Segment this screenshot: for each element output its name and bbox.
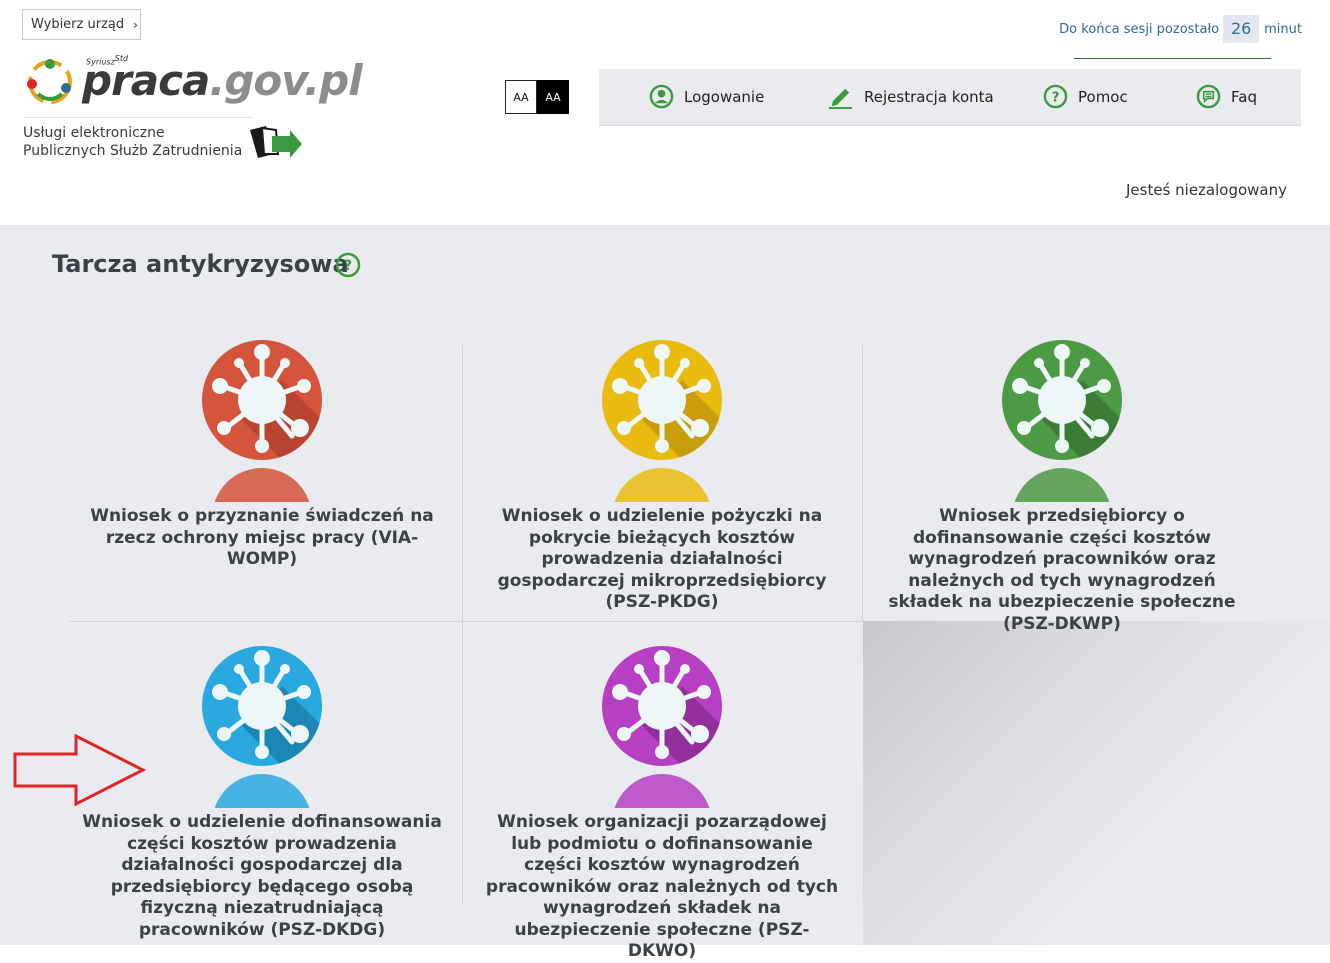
praca-gov-logo[interactable]: SyriuszStd praca.gov.pl [22,52,363,116]
psz-logo-icon [250,126,302,158]
session-suffix: minut [1264,21,1302,37]
session-timer: Do końca sesji pozostało 26 minut [1059,15,1302,43]
logo-mark-icon [27,59,72,104]
question-circle-icon: ? [1043,84,1068,109]
tile-label: Wniosek organizacji pozarządowej lub pod… [485,812,839,961]
nav-login[interactable]: Logowanie [649,84,764,109]
contrast-high-button[interactable]: AA [537,80,569,114]
virus-icon [202,340,322,460]
tile-label: Wniosek o udzielenie pożyczki na pokryci… [497,506,827,612]
red-arrow-annotation [13,734,147,806]
nav-help-label: Pomoc [1078,87,1128,106]
services-caption: Usługi elektroniczne Publicznych Służb Z… [23,125,243,159]
application-tile[interactable]: Wniosek o udzielenie pożyczki na pokryci… [462,340,862,646]
nav-register-label: Rejestracja konta [864,87,994,106]
tile-halo [212,774,312,808]
nav-help[interactable]: ? Pomoc [1043,84,1128,109]
logo-divider [23,117,253,118]
empty-cell-shadow [863,621,1330,945]
chevron-right-icon: › [133,17,138,32]
nav-faq-label: Faq [1231,87,1257,106]
application-tile[interactable]: Wniosek przedsiębiorcy o dofinansowanie … [862,340,1262,646]
tile-halo [612,774,712,808]
top-navigation: Logowanie Rejestracja konta ? Pomoc Faq [599,69,1301,125]
pencil-icon [828,88,853,109]
session-underline [1074,58,1271,59]
nav-faq[interactable]: Faq [1196,84,1257,109]
tile-halo [212,468,312,502]
tile-label: Wniosek o przyznanie świadczeń na rzecz … [90,506,434,569]
virus-icon [602,340,722,460]
chat-bubble-icon [1196,84,1221,109]
tile-label: Wniosek przedsiębiorcy o dofinansowanie … [888,506,1236,634]
virus-icon [202,646,322,766]
application-tile[interactable]: Wniosek o przyznanie świadczeń na rzecz … [62,340,462,646]
virus-icon [1002,340,1122,460]
virus-icon [602,646,722,766]
tile-halo [612,468,712,502]
office-select-button[interactable]: Wybierz urząd › [22,9,141,40]
help-icon[interactable]: ? [335,252,361,278]
application-tile[interactable]: Wniosek organizacji pozarządowej lub pod… [462,646,862,961]
svg-text:?: ? [344,258,352,274]
contrast-normal-button[interactable]: AA [505,80,537,114]
contrast-switch: AA AA [505,80,569,114]
nav-login-label: Logowanie [684,87,765,106]
page-title: Tarcza antykryzysowa [52,250,349,278]
tile-label: Wniosek o udzielenie dofinansowania częś… [82,812,442,940]
session-prefix: Do końca sesji pozostało [1059,21,1220,37]
user-circle-icon [649,84,674,109]
nav-register[interactable]: Rejestracja konta [827,84,994,109]
main-panel: Tarcza antykryzysowa ? Wniosek o przyzna… [0,225,1330,961]
svg-text:?: ? [1052,90,1060,105]
login-status: Jesteś niezalogowany [1125,181,1287,199]
logo-wordmark: praca.gov.pl [82,56,363,105]
tile-halo [1012,468,1112,502]
office-select-label: Wybierz urząd [31,17,125,32]
session-minutes: 26 [1223,15,1260,43]
